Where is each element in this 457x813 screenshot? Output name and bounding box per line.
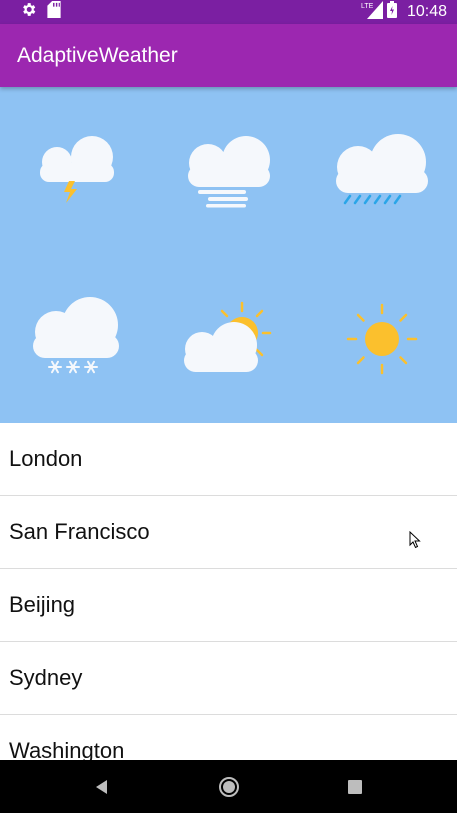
city-label: San Francisco [9, 519, 150, 544]
app-bar: AdaptiveWeather [0, 24, 457, 87]
gear-icon [20, 1, 37, 23]
mouse-cursor-icon [409, 531, 421, 549]
city-label: London [9, 446, 83, 471]
recents-button[interactable] [348, 780, 362, 799]
recents-icon [348, 780, 362, 794]
rain-icon[interactable] [328, 119, 438, 219]
city-item-washington[interactable]: Washington [0, 715, 457, 760]
thunderstorm-icon[interactable] [22, 119, 132, 219]
city-label: Beijing [9, 592, 76, 617]
network-label: LTE [361, 3, 374, 10]
back-button[interactable] [94, 779, 110, 800]
status-left [0, 1, 61, 23]
signal-icon: LTE [361, 0, 383, 24]
partly-cloudy-icon[interactable] [174, 289, 284, 389]
weather-icon-grid [0, 87, 457, 423]
status-bar: LTE 10:48 [0, 0, 457, 24]
app-title: AdaptiveWeather [17, 43, 178, 67]
city-item-london[interactable]: London [0, 423, 457, 496]
city-label: Sydney [9, 665, 83, 690]
home-button[interactable] [218, 776, 240, 803]
battery-icon [386, 1, 397, 23]
sunny-icon[interactable] [328, 289, 438, 389]
city-label: Washington [9, 738, 125, 760]
city-item-san-francisco[interactable]: San Francisco [0, 496, 457, 569]
navigation-bar [0, 760, 457, 813]
city-item-sydney[interactable]: Sydney [0, 642, 457, 715]
status-right: LTE 10:48 [361, 0, 457, 24]
sd-card-icon [47, 1, 61, 23]
back-icon [96, 780, 107, 794]
status-time: 10:48 [406, 3, 447, 20]
home-icon [219, 777, 239, 797]
fog-icon[interactable] [174, 119, 284, 219]
city-list[interactable]: London San Francisco Beijing Sydney Wash… [0, 423, 457, 760]
city-item-beijing[interactable]: Beijing [0, 569, 457, 642]
snow-icon[interactable] [22, 289, 132, 389]
